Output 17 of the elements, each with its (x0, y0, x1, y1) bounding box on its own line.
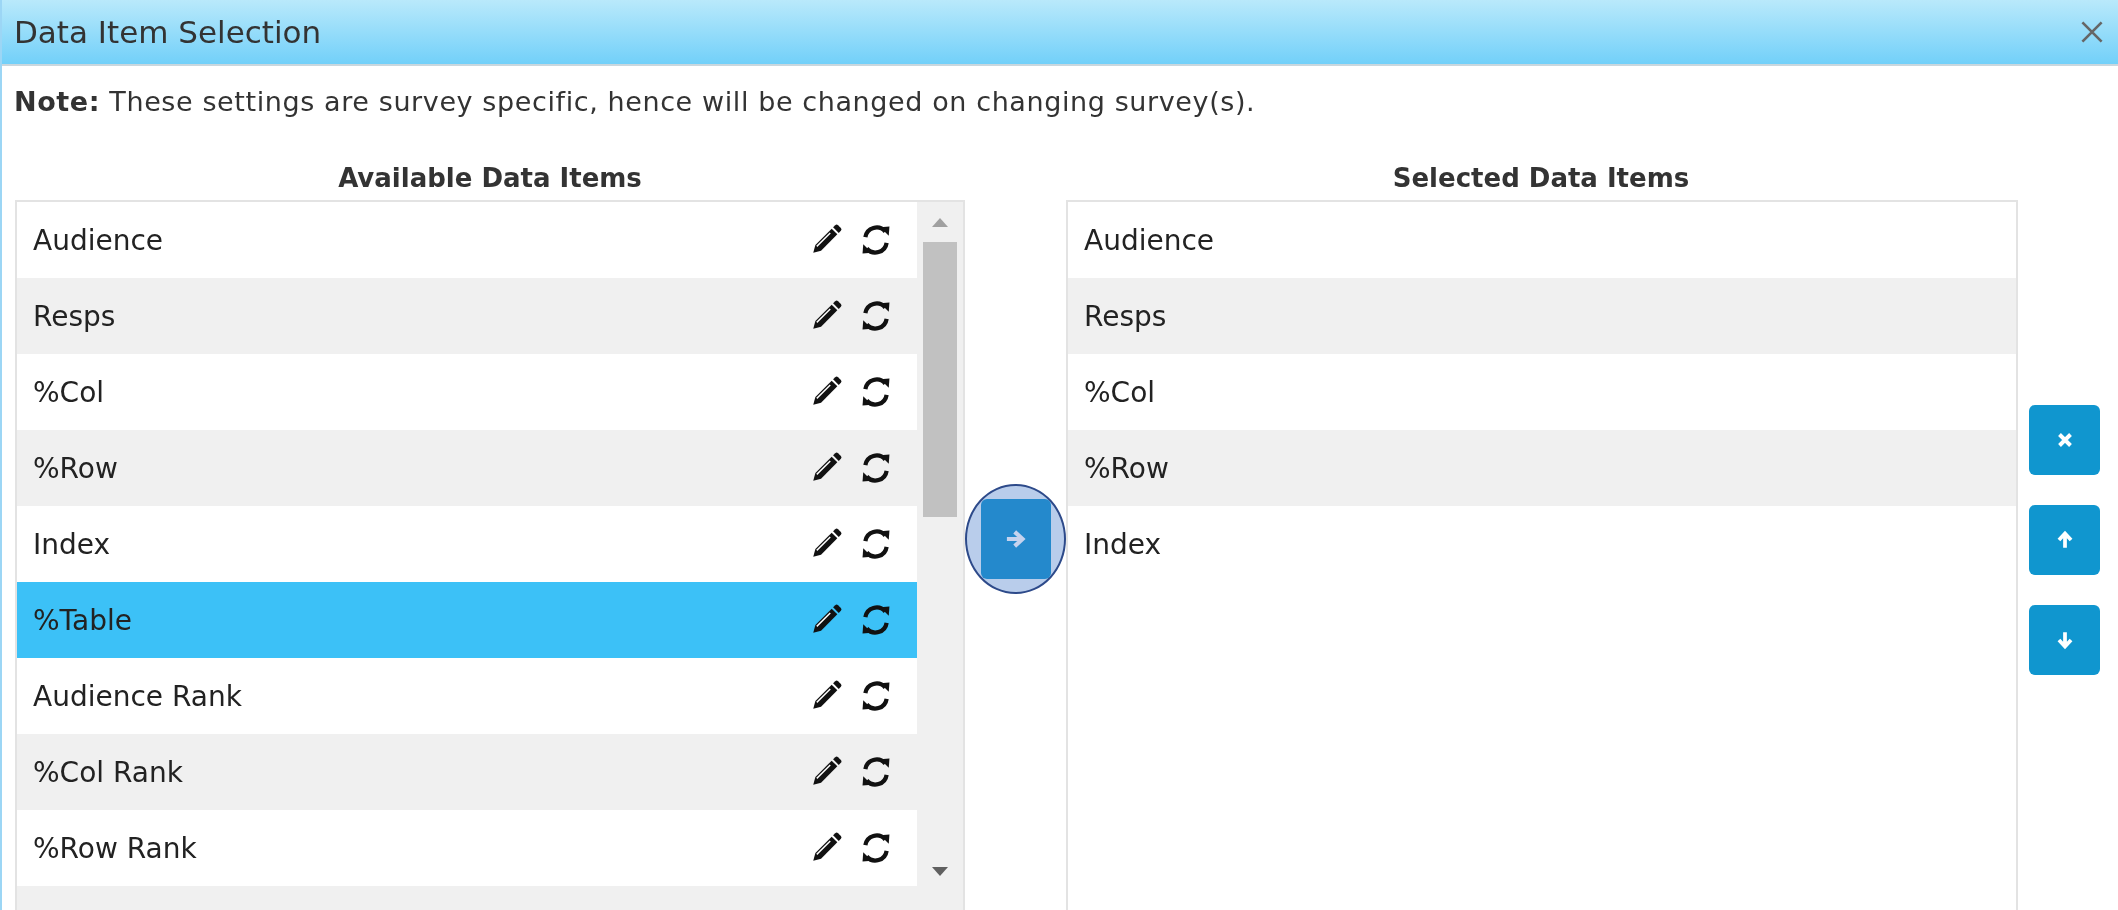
list-item[interactable]: %Col Rank (17, 734, 917, 810)
move-up-button[interactable] (2029, 505, 2100, 575)
list-item[interactable]: Resps (17, 278, 917, 354)
scrollbar-thumb[interactable] (923, 242, 957, 517)
list-item[interactable]: %Row (1068, 430, 2016, 506)
move-down-button[interactable] (2029, 605, 2100, 675)
note-text: Note: These settings are survey specific, hence will be changed on changing survey(s). (13, 85, 1257, 119)
window-title: Data Item Selection (14, 14, 322, 50)
scrollbar[interactable] (917, 202, 963, 910)
list-heading: Selected Data Items (1391, 162, 1691, 195)
list-heading: Available Data Items (337, 162, 643, 195)
close-icon[interactable] (2080, 20, 2104, 44)
scroll-down-icon[interactable] (929, 866, 951, 878)
list-item[interactable]: %Row (17, 430, 917, 506)
remove-button[interactable] (2029, 405, 2100, 475)
list-item[interactable]: %Table (17, 582, 917, 658)
list-item[interactable]: Resps (1068, 278, 2016, 354)
